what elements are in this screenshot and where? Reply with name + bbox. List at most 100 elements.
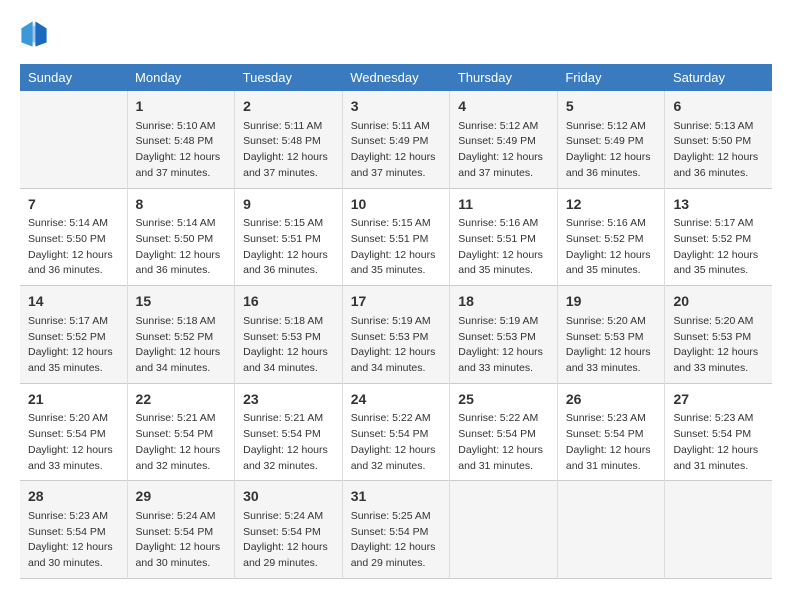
day-number: 25 xyxy=(458,390,549,410)
calendar-cell: 24Sunrise: 5:22 AM Sunset: 5:54 PM Dayli… xyxy=(342,383,450,481)
day-number: 17 xyxy=(351,292,442,312)
day-number: 2 xyxy=(243,97,334,117)
calendar-week-row: 7 Sunrise: 5:14 AM Sunset: 5:50 PM Daylig… xyxy=(20,188,772,286)
cell-content: Sunrise: 5:10 AM Sunset: 5:48 PM Dayligh… xyxy=(136,119,227,182)
day-number: 12 xyxy=(566,195,657,215)
calendar-week-row: 1Sunrise: 5:10 AM Sunset: 5:48 PM Daylig… xyxy=(20,91,772,188)
header xyxy=(20,20,772,48)
calendar-cell: 4Sunrise: 5:12 AM Sunset: 5:49 PM Daylig… xyxy=(450,91,558,188)
calendar-cell: 25Sunrise: 5:22 AM Sunset: 5:54 PM Dayli… xyxy=(450,383,558,481)
calendar-cell: 27Sunrise: 5:23 AM Sunset: 5:54 PM Dayli… xyxy=(665,383,772,481)
cell-content: Sunrise: 5:11 AM Sunset: 5:48 PM Dayligh… xyxy=(243,119,334,182)
calendar-cell: 8Sunrise: 5:14 AM Sunset: 5:50 PM Daylig… xyxy=(127,188,235,286)
calendar-table: SundayMondayTuesdayWednesdayThursdayFrid… xyxy=(20,64,772,579)
calendar-cell: 13Sunrise: 5:17 AM Sunset: 5:52 PM Dayli… xyxy=(665,188,772,286)
calendar-cell: 15Sunrise: 5:18 AM Sunset: 5:52 PM Dayli… xyxy=(127,286,235,384)
day-number: 3 xyxy=(351,97,442,117)
cell-content: Sunrise: 5:22 AM Sunset: 5:54 PM Dayligh… xyxy=(458,411,549,474)
day-number: 28 xyxy=(28,487,119,507)
calendar-cell: 28Sunrise: 5:23 AM Sunset: 5:54 PM Dayli… xyxy=(20,481,127,579)
calendar-cell: 30Sunrise: 5:24 AM Sunset: 5:54 PM Dayli… xyxy=(235,481,343,579)
calendar-cell: 23Sunrise: 5:21 AM Sunset: 5:54 PM Dayli… xyxy=(235,383,343,481)
day-number: 5 xyxy=(566,97,657,117)
cell-content: Sunrise: 5:25 AM Sunset: 5:54 PM Dayligh… xyxy=(351,509,442,572)
day-number: 14 xyxy=(28,292,119,312)
day-number: 13 xyxy=(673,195,764,215)
day-of-week-header: Friday xyxy=(557,64,665,91)
calendar-cell: 5Sunrise: 5:12 AM Sunset: 5:49 PM Daylig… xyxy=(557,91,665,188)
calendar-cell: 12Sunrise: 5:16 AM Sunset: 5:52 PM Dayli… xyxy=(557,188,665,286)
cell-content: Sunrise: 5:19 AM Sunset: 5:53 PM Dayligh… xyxy=(458,314,549,377)
cell-content: Sunrise: 5:21 AM Sunset: 5:54 PM Dayligh… xyxy=(136,411,227,474)
calendar-cell: 19Sunrise: 5:20 AM Sunset: 5:53 PM Dayli… xyxy=(557,286,665,384)
day-number: 9 xyxy=(243,195,334,215)
day-number: 8 xyxy=(136,195,227,215)
cell-content: Sunrise: 5:12 AM Sunset: 5:49 PM Dayligh… xyxy=(458,119,549,182)
cell-content: Sunrise: 5:20 AM Sunset: 5:53 PM Dayligh… xyxy=(673,314,764,377)
day-of-week-header: Monday xyxy=(127,64,235,91)
calendar-cell: 26Sunrise: 5:23 AM Sunset: 5:54 PM Dayli… xyxy=(557,383,665,481)
calendar-body: 1Sunrise: 5:10 AM Sunset: 5:48 PM Daylig… xyxy=(20,91,772,578)
day-number: 16 xyxy=(243,292,334,312)
calendar-week-row: 21Sunrise: 5:20 AM Sunset: 5:54 PM Dayli… xyxy=(20,383,772,481)
cell-content: Sunrise: 5:24 AM Sunset: 5:54 PM Dayligh… xyxy=(243,509,334,572)
cell-content: Sunrise: 5:19 AM Sunset: 5:53 PM Dayligh… xyxy=(351,314,442,377)
logo-icon xyxy=(20,20,48,48)
cell-content: Sunrise: 5:12 AM Sunset: 5:49 PM Dayligh… xyxy=(566,119,657,182)
day-number: 18 xyxy=(458,292,549,312)
day-number: 10 xyxy=(351,195,442,215)
calendar-cell: 9Sunrise: 5:15 AM Sunset: 5:51 PM Daylig… xyxy=(235,188,343,286)
cell-content: Sunrise: 5:18 AM Sunset: 5:52 PM Dayligh… xyxy=(136,314,227,377)
calendar-week-row: 28Sunrise: 5:23 AM Sunset: 5:54 PM Dayli… xyxy=(20,481,772,579)
calendar-cell: 17Sunrise: 5:19 AM Sunset: 5:53 PM Dayli… xyxy=(342,286,450,384)
day-number: 7 xyxy=(28,195,119,215)
calendar-cell xyxy=(665,481,772,579)
cell-content: Sunrise: 5:23 AM Sunset: 5:54 PM Dayligh… xyxy=(566,411,657,474)
calendar-cell: 16Sunrise: 5:18 AM Sunset: 5:53 PM Dayli… xyxy=(235,286,343,384)
cell-content: Sunrise: 5:15 AM Sunset: 5:51 PM Dayligh… xyxy=(351,216,442,279)
calendar-cell: 10Sunrise: 5:15 AM Sunset: 5:51 PM Dayli… xyxy=(342,188,450,286)
day-number: 4 xyxy=(458,97,549,117)
calendar-cell: 6Sunrise: 5:13 AM Sunset: 5:50 PM Daylig… xyxy=(665,91,772,188)
calendar-cell: 14Sunrise: 5:17 AM Sunset: 5:52 PM Dayli… xyxy=(20,286,127,384)
day-number: 30 xyxy=(243,487,334,507)
day-number: 31 xyxy=(351,487,442,507)
calendar-cell xyxy=(20,91,127,188)
day-of-week-header: Wednesday xyxy=(342,64,450,91)
cell-content: Sunrise: 5:16 AM Sunset: 5:51 PM Dayligh… xyxy=(458,216,549,279)
cell-content: Sunrise: 5:15 AM Sunset: 5:51 PM Dayligh… xyxy=(243,216,334,279)
calendar-cell: 1Sunrise: 5:10 AM Sunset: 5:48 PM Daylig… xyxy=(127,91,235,188)
calendar-cell: 2Sunrise: 5:11 AM Sunset: 5:48 PM Daylig… xyxy=(235,91,343,188)
calendar-week-row: 14Sunrise: 5:17 AM Sunset: 5:52 PM Dayli… xyxy=(20,286,772,384)
day-number: 23 xyxy=(243,390,334,410)
calendar-cell: 18Sunrise: 5:19 AM Sunset: 5:53 PM Dayli… xyxy=(450,286,558,384)
day-of-week-header: Saturday xyxy=(665,64,772,91)
day-number: 29 xyxy=(136,487,227,507)
cell-content: Sunrise: 5:16 AM Sunset: 5:52 PM Dayligh… xyxy=(566,216,657,279)
header-row: SundayMondayTuesdayWednesdayThursdayFrid… xyxy=(20,64,772,91)
cell-content: Sunrise: 5:13 AM Sunset: 5:50 PM Dayligh… xyxy=(673,119,764,182)
day-number: 22 xyxy=(136,390,227,410)
cell-content: Sunrise: 5:17 AM Sunset: 5:52 PM Dayligh… xyxy=(673,216,764,279)
cell-content: Sunrise: 5:23 AM Sunset: 5:54 PM Dayligh… xyxy=(673,411,764,474)
cell-content: Sunrise: 5:22 AM Sunset: 5:54 PM Dayligh… xyxy=(351,411,442,474)
day-number: 15 xyxy=(136,292,227,312)
calendar-cell: 31Sunrise: 5:25 AM Sunset: 5:54 PM Dayli… xyxy=(342,481,450,579)
cell-content: Sunrise: 5:23 AM Sunset: 5:54 PM Dayligh… xyxy=(28,509,119,572)
calendar-cell: 3Sunrise: 5:11 AM Sunset: 5:49 PM Daylig… xyxy=(342,91,450,188)
calendar-cell: 21Sunrise: 5:20 AM Sunset: 5:54 PM Dayli… xyxy=(20,383,127,481)
calendar-cell xyxy=(450,481,558,579)
day-number: 21 xyxy=(28,390,119,410)
day-number: 6 xyxy=(673,97,764,117)
day-number: 24 xyxy=(351,390,442,410)
cell-content: Sunrise: 5:14 AM Sunset: 5:50 PM Dayligh… xyxy=(136,216,227,279)
cell-content: Sunrise: 5:24 AM Sunset: 5:54 PM Dayligh… xyxy=(136,509,227,572)
calendar-cell: 29Sunrise: 5:24 AM Sunset: 5:54 PM Dayli… xyxy=(127,481,235,579)
day-number: 19 xyxy=(566,292,657,312)
calendar-header: SundayMondayTuesdayWednesdayThursdayFrid… xyxy=(20,64,772,91)
day-of-week-header: Tuesday xyxy=(235,64,343,91)
day-number: 11 xyxy=(458,195,549,215)
cell-content: Sunrise: 5:11 AM Sunset: 5:49 PM Dayligh… xyxy=(351,119,442,182)
cell-content: Sunrise: 5:21 AM Sunset: 5:54 PM Dayligh… xyxy=(243,411,334,474)
day-number: 1 xyxy=(136,97,227,117)
